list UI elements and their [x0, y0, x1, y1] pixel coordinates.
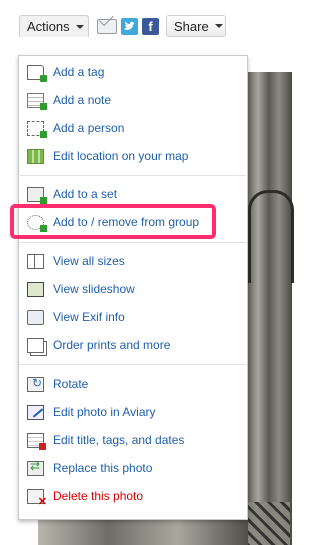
menu-item-view-sizes[interactable]: View all sizes — [27, 251, 125, 271]
menu-item-label: View Exif info — [53, 310, 125, 324]
menu-item-replace[interactable]: Replace this photo — [27, 458, 152, 478]
slideshow-icon — [27, 281, 44, 297]
menu-item-label: Add a note — [53, 93, 112, 107]
menu-item-label: Delete this photo — [53, 489, 144, 503]
menu-item-label: Order prints and more — [53, 338, 171, 352]
menu-item-label: Edit title, tags, and dates — [53, 433, 185, 447]
menu-item-order-prints[interactable]: Order prints and more — [27, 335, 170, 355]
menu-item-delete[interactable]: Delete this photo — [27, 486, 144, 508]
camera-icon — [27, 309, 44, 325]
delete-icon — [27, 488, 47, 508]
share-label: Share — [174, 18, 209, 34]
menu-item-label: Replace this photo — [53, 461, 153, 475]
add-to-set-icon — [27, 186, 47, 204]
background-photo-bottom — [38, 520, 248, 545]
prints-icon — [27, 337, 44, 353]
photo-toolbar: Actions f Share — [19, 15, 226, 37]
menu-item-slideshow[interactable]: View slideshow — [27, 279, 135, 299]
menu-item-label: Add a person — [53, 121, 125, 135]
chevron-down-icon — [75, 24, 84, 29]
chevron-down-icon — [214, 24, 223, 28]
menu-item-label: Edit location on your map — [53, 149, 189, 163]
actions-dropdown-menu: Add a tag Add a note Add a person Edit l… — [18, 55, 248, 520]
menu-divider — [20, 242, 246, 243]
menu-item-add-tag[interactable]: Add a tag — [27, 62, 104, 82]
menu-item-add-note[interactable]: Add a note — [27, 90, 111, 110]
actions-label: Actions — [27, 19, 70, 34]
add-tag-icon — [27, 64, 47, 82]
menu-item-edit-aviary[interactable]: Edit photo in Aviary — [27, 402, 156, 422]
twitter-bird-icon — [124, 20, 135, 30]
edit-photo-icon — [27, 404, 44, 420]
menu-divider — [20, 175, 246, 176]
rotate-icon — [27, 376, 44, 392]
menu-item-edit-location[interactable]: Edit location on your map — [27, 146, 188, 166]
menu-item-exif[interactable]: View Exif info — [27, 307, 125, 327]
photo-arch-detail — [248, 190, 294, 283]
menu-item-add-to-set[interactable]: Add to a set — [27, 184, 117, 204]
share-button[interactable]: Share — [166, 15, 226, 37]
menu-item-label: Edit photo in Aviary — [53, 405, 156, 419]
menu-item-label: View all sizes — [53, 254, 125, 268]
actions-button[interactable]: Actions — [19, 15, 89, 37]
replace-icon — [27, 459, 44, 476]
menu-item-add-person[interactable]: Add a person — [27, 118, 124, 138]
twitter-icon[interactable] — [121, 17, 138, 35]
add-note-icon — [27, 92, 47, 110]
menu-item-label: View slideshow — [53, 282, 135, 296]
menu-item-edit-title[interactable]: Edit title, tags, and dates — [27, 430, 184, 450]
menu-item-label: Rotate — [53, 377, 89, 391]
menu-item-label: Add a tag — [53, 65, 105, 79]
facebook-icon[interactable]: f — [142, 17, 159, 35]
highlight-box — [10, 204, 216, 239]
add-person-icon — [27, 120, 47, 138]
menu-item-rotate[interactable]: Rotate — [27, 374, 88, 394]
sizes-icon — [27, 253, 44, 269]
photo-lattice-detail — [246, 502, 290, 545]
menu-divider — [20, 364, 246, 365]
menu-item-label: Add to a set — [53, 187, 118, 201]
edit-title-icon — [27, 432, 46, 450]
map-location-icon — [27, 148, 44, 164]
email-icon[interactable] — [97, 18, 117, 34]
